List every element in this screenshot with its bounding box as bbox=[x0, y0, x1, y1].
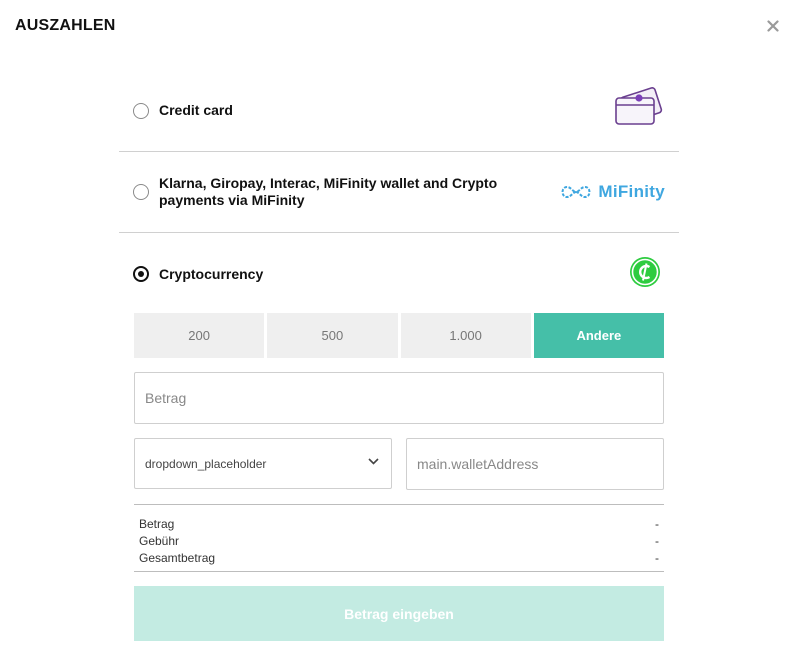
summary-value: - bbox=[655, 534, 659, 548]
method-mifinity[interactable]: Klarna, Giropay, Interac, MiFinity walle… bbox=[119, 152, 679, 233]
summary-row-fee: Gebühr - bbox=[139, 533, 659, 550]
payment-methods-list: Credit card Klarna, Giropay, Interac, Mi… bbox=[119, 70, 679, 315]
amount-button-other[interactable]: Andere bbox=[533, 313, 664, 358]
wallet-address-placeholder: main.walletAddress bbox=[417, 456, 539, 472]
method-label-credit-card: Credit card bbox=[159, 102, 233, 118]
summary-value: - bbox=[655, 517, 659, 531]
mifinity-logo: MiFinity bbox=[559, 182, 665, 202]
amount-input[interactable]: Betrag bbox=[134, 372, 664, 424]
summary-row-total: Gesamtbetrag - bbox=[139, 550, 659, 567]
summary-label: Gesamtbetrag bbox=[139, 551, 216, 565]
modal-title: AUSZAHLEN bbox=[15, 17, 116, 34]
payout-summary: Betrag - Gebühr - Gesamtbetrag - bbox=[134, 504, 664, 572]
mifinity-logo-text: MiFinity bbox=[598, 182, 665, 201]
currency-dropdown[interactable]: dropdown_placeholder bbox=[134, 438, 392, 489]
radio-mifinity[interactable] bbox=[133, 184, 149, 200]
method-credit-card[interactable]: Credit card bbox=[119, 70, 679, 152]
method-label-cryptocurrency: Cryptocurrency bbox=[159, 265, 264, 282]
summary-label: Betrag bbox=[139, 517, 175, 531]
radio-cryptocurrency[interactable] bbox=[133, 266, 149, 282]
method-label-mifinity: Klarna, Giropay, Interac, MiFinity walle… bbox=[159, 175, 498, 208]
summary-value: - bbox=[655, 551, 659, 565]
amount-placeholder: Betrag bbox=[145, 390, 187, 406]
summary-label: Gebühr bbox=[139, 534, 180, 548]
amount-button-200[interactable]: 200 bbox=[134, 313, 265, 358]
cryptocurrency-icon bbox=[629, 256, 661, 293]
close-button[interactable] bbox=[764, 17, 782, 35]
chevron-down-icon bbox=[368, 458, 379, 465]
radio-credit-card[interactable] bbox=[133, 102, 149, 119]
wallet-address-input[interactable]: main.walletAddress bbox=[406, 438, 664, 490]
amount-presets: 200 500 1.000 Andere bbox=[134, 313, 664, 358]
method-cryptocurrency[interactable]: Cryptocurrency bbox=[119, 233, 679, 315]
credit-card-icon bbox=[613, 86, 665, 135]
close-icon bbox=[767, 20, 779, 32]
summary-row-amount: Betrag - bbox=[139, 516, 659, 533]
amount-button-1000[interactable]: 1.000 bbox=[400, 313, 531, 358]
currency-dropdown-value: dropdown_placeholder bbox=[145, 456, 267, 471]
amount-button-500[interactable]: 500 bbox=[267, 313, 398, 358]
submit-button[interactable]: Betrag eingeben bbox=[134, 586, 664, 641]
